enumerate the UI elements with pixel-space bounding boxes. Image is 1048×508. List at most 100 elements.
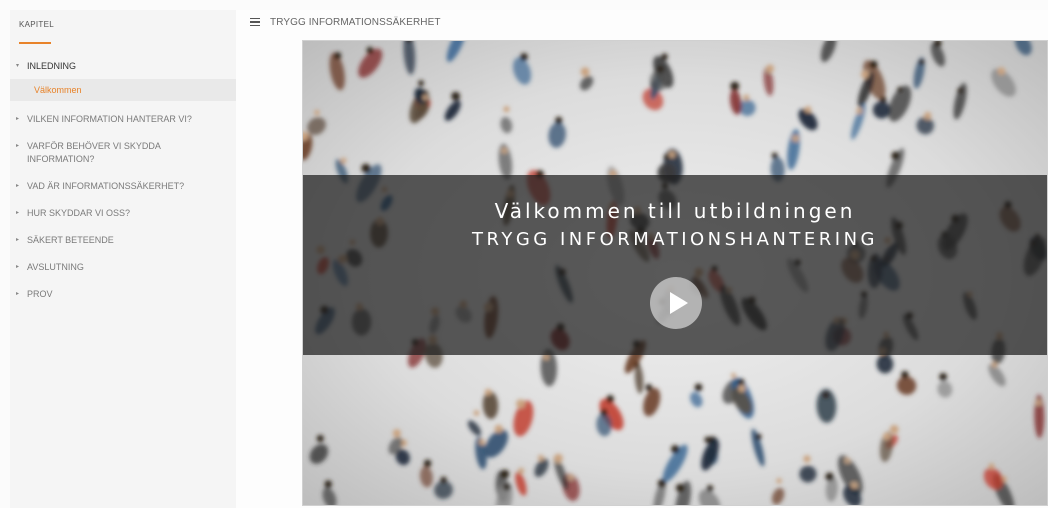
chapter-label: INLEDNING [27,61,77,71]
sidebar-header: KAPITEL [19,20,55,29]
chapter-label: HUR SKYDDAR VI OSS? [27,208,131,218]
crowd-figure-head [422,94,428,101]
crowd-figure-head [484,388,492,396]
crowd-figure-head [891,151,900,160]
crowd-figure-head [501,147,508,154]
crowd-figure-head [880,96,887,103]
chapter-sidebar: KAPITEL ▾ INLEDNING Välkommen ▸ VILKEN I… [10,10,236,508]
play-button[interactable] [650,277,702,329]
crowd-figure-head [440,476,447,484]
chapter-label: AVSLUTNING [27,262,84,272]
crowd-figure-head [661,53,668,60]
crowd-figure-head [600,408,608,416]
crowd-figure-head [957,87,964,94]
crowd-figure-head [918,59,925,65]
crowd-figure-head [897,86,903,93]
crowd-figure-head [671,445,680,454]
chapter-item-inledning[interactable]: ▾ INLEDNING [10,60,236,73]
chapter-item-vilken-information[interactable]: ▸ VILKEN INFORMATION HANTERAR VI? [10,113,236,126]
crowd-figure-head [804,106,812,113]
chapter-item-avslutning[interactable]: ▸ AVSLUTNING [10,261,236,274]
crowd-figure-head [423,459,432,468]
chapter-label: SÄKERT BETEENDE [27,235,114,245]
crowd-figure-head [366,46,374,54]
crowd-figure-head [668,151,676,158]
crowd-figure-head [494,424,503,433]
chapter-item-sakert-beteende[interactable]: ▸ SÄKERT BETEENDE [10,234,236,247]
crowd-figure-head [314,109,320,116]
chapter-item-hur-skyddar-vi-oss[interactable]: ▸ HUR SKYDDAR VI OSS? [10,207,236,220]
hamburger-menu-icon[interactable] [250,18,260,26]
crowd-figure-head [792,135,799,142]
crowd-figure-head [361,163,371,173]
crowd-figure-head [500,469,510,479]
crowd-figure-head [334,52,342,60]
crowd-figure-head [704,436,711,443]
chevron-right-icon: ▸ [16,116,20,122]
crowd-figure-head [803,455,811,463]
chapter-label: VILKEN INFORMATION HANTERAR VI? [27,114,192,124]
crowd-figure-head [851,482,858,489]
crowd-figure-head [518,467,525,474]
crowd-figure-head [730,81,740,91]
crowd-figure-head [706,485,714,492]
chevron-right-icon: ▸ [16,183,20,189]
crowd-figure-head [1035,400,1042,406]
crowd-figure-head [503,106,510,113]
chapter-item-vad-ar-informationssakerhet[interactable]: ▸ VAD ÄR INFORMATIONSSÄKERHET? [10,180,236,193]
crowd-figure-head [997,67,1006,76]
crowd-figure-head [771,152,778,159]
crowd-figure-head [743,94,750,101]
crowd-figure-head [663,154,670,160]
top-bar: TRYGG INFORMATIONSSÄKERHET [236,10,1048,34]
crowd-figure-head [766,64,775,73]
chapter-list: ▾ INLEDNING Välkommen ▸ VILKEN INFORMATI… [10,60,236,301]
crowd-figure-head [822,392,829,399]
chevron-right-icon: ▸ [16,291,20,297]
welcome-heading: Välkommen till utbildningen [494,199,856,223]
chapter-item-prov[interactable]: ▸ PROV [10,288,236,301]
crowd-figure-head [901,371,909,379]
chevron-right-icon: ▸ [16,143,20,149]
crowd-figure-head [694,383,703,392]
main-content: TRYGG INFORMATIONSSÄKERHET Välkommen til… [236,10,1048,508]
crowd-figure-head [473,410,480,416]
chevron-right-icon: ▸ [16,237,20,243]
crowd-figure-head [340,157,347,164]
crowd-figure-head [939,373,948,381]
crowd-figure-head [516,399,526,409]
chapter-label: VAD ÄR INFORMATIONSSÄKERHET? [27,181,185,191]
crowd-figure-head [606,395,614,403]
title-banner: Välkommen till utbildningen TRYGG INFORM… [303,175,1047,355]
crowd-figure-head [882,432,891,441]
crowd-figure-head [657,479,666,488]
crowd-figure-head [543,354,550,360]
course-name-heading: TRYGG INFORMATIONSHANTERING [472,229,878,250]
chapter-item-varfor-skydda[interactable]: ▸ VARFÖR BEHÖVER VI SKYDDA INFORMATION? [10,140,236,166]
crowd-figure-head [418,80,424,87]
crowd-figure-head [537,454,544,461]
crowd-figure-head [889,424,899,434]
subchapter-item-valkommen[interactable]: Välkommen [10,79,236,101]
chapter-label: VARFÖR BEHÖVER VI SKYDDA INFORMATION? [27,141,161,164]
crowd-figure-head [776,478,782,484]
crowd-figure-head [731,372,737,378]
crowd-figure-head [755,433,762,440]
crowd-figure-head [503,483,511,491]
course-title: TRYGG INFORMATIONSSÄKERHET [270,16,441,28]
chapter-label: PROV [27,289,53,299]
play-icon [670,292,688,314]
crowd-figure-head [656,65,665,73]
crowd-figure-head [392,429,401,438]
crowd-figure-head [555,116,563,124]
chevron-down-icon: ▾ [16,63,20,69]
sidebar-header-underline [19,42,51,44]
intro-video-player[interactable]: Välkommen till utbildningen TRYGG INFORM… [302,40,1048,506]
crowd-figure-head [553,453,563,463]
crowd-figure-head [737,378,745,386]
crowd-figure-head [860,70,869,79]
crowd-figure-head [738,384,746,393]
crowd-figure-head [988,463,995,469]
crowd-figure-head [568,474,574,480]
crowd-figure-head [825,472,834,481]
